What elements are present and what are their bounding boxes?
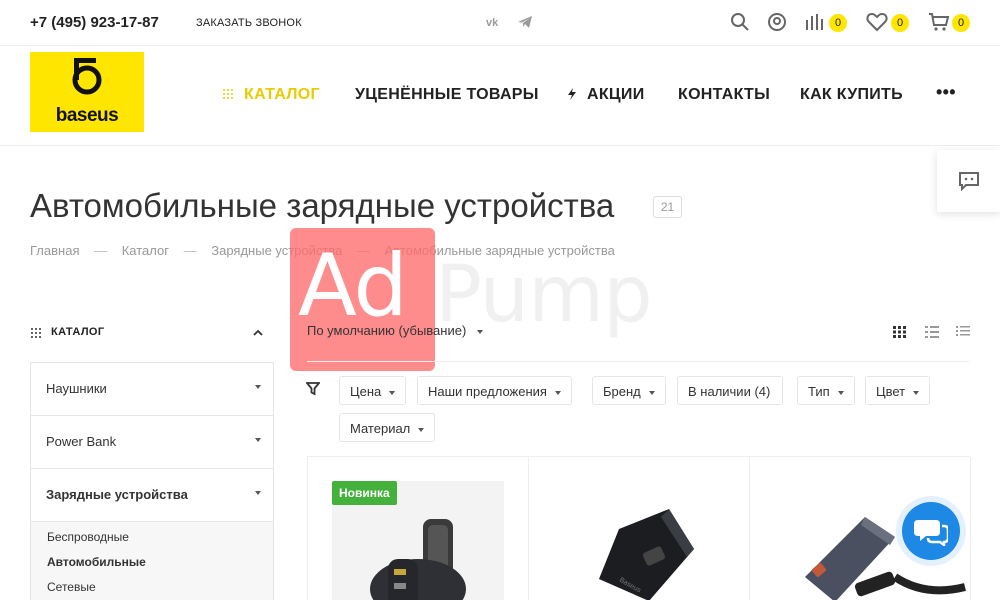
filter-label: Цвет bbox=[876, 384, 906, 399]
filter-price[interactable]: Цена bbox=[339, 376, 407, 405]
nav-catalog[interactable]: КАТАЛОГ bbox=[222, 86, 320, 104]
view-list-icon[interactable] bbox=[925, 325, 939, 343]
product-card[interactable]: Новинка bbox=[308, 457, 529, 600]
sidebar-subitem-car[interactable]: Автомобильные bbox=[47, 555, 146, 569]
main-header: baseus КАТАЛОГ УЦЕНЁННЫЕ ТОВАРЫ АКЦИИ КО… bbox=[0, 46, 1000, 146]
view-grid-icon[interactable] bbox=[893, 325, 907, 343]
caret-down-icon bbox=[255, 491, 261, 495]
cart-icon[interactable] bbox=[928, 12, 950, 37]
nav-contacts[interactable]: КОНТАКТЫ bbox=[678, 86, 770, 104]
breadcrumb-catalog[interactable]: Каталог bbox=[122, 243, 169, 258]
nav-actions[interactable]: АКЦИИ bbox=[567, 86, 645, 104]
cart-count-badge: 0 bbox=[952, 14, 970, 32]
logo-text: baseus bbox=[55, 105, 119, 126]
new-badge: Новинка bbox=[332, 481, 397, 505]
top-bar: +7 (495) 923-17-87 ЗАКАЗАТЬ ЗВОНОК vk 0 … bbox=[0, 0, 1000, 46]
filter-label: В наличии (4) bbox=[688, 384, 771, 399]
sidebar-catalog-header[interactable]: КАТАЛОГ bbox=[30, 325, 274, 341]
caret-down-icon bbox=[913, 390, 920, 395]
sidebar-item-headphones[interactable]: Наушники bbox=[31, 363, 273, 416]
phone-number[interactable]: +7 (495) 923-17-87 bbox=[30, 14, 159, 31]
vk-icon[interactable]: vk bbox=[484, 13, 504, 31]
adpump-watermark-ad: Ad bbox=[298, 236, 408, 336]
chat-button[interactable] bbox=[902, 502, 960, 560]
product-card[interactable]: Baseus bbox=[529, 457, 750, 600]
wishlist-count-badge: 0 bbox=[891, 14, 909, 32]
caret-down-icon bbox=[389, 390, 396, 395]
product-image[interactable] bbox=[308, 457, 529, 600]
product-image[interactable]: Baseus bbox=[529, 457, 750, 600]
grid-dots-icon bbox=[223, 89, 233, 99]
callback-link[interactable]: ЗАКАЗАТЬ ЗВОНОК bbox=[196, 17, 302, 29]
breadcrumb-home[interactable]: Главная bbox=[30, 243, 79, 258]
filter-brand[interactable]: Бренд bbox=[592, 376, 666, 405]
caret-down-icon bbox=[554, 390, 561, 395]
chevron-up-icon[interactable] bbox=[253, 329, 263, 337]
sidebar-subitem-wireless[interactable]: Беспроводные bbox=[47, 530, 129, 544]
user-icon[interactable] bbox=[767, 12, 787, 37]
caret-down-icon bbox=[418, 427, 425, 432]
filter-label: Тип bbox=[808, 384, 830, 399]
filter-label: Наши предложения bbox=[428, 384, 547, 399]
svg-text:vk: vk bbox=[486, 17, 499, 29]
filter-label: Бренд bbox=[603, 384, 641, 399]
caret-down-icon bbox=[255, 385, 261, 389]
filter-material[interactable]: Материал bbox=[339, 413, 436, 442]
sidebar-item-label: Наушники bbox=[46, 381, 107, 396]
sidebar-item-label: Power Bank bbox=[46, 434, 117, 449]
lightning-icon bbox=[568, 88, 576, 100]
sort-dropdown[interactable]: По умолчанию (убывание) bbox=[307, 323, 483, 338]
nav-more-button[interactable]: ••• bbox=[936, 82, 956, 103]
breadcrumb-separator: — bbox=[183, 243, 197, 258]
telegram-icon[interactable] bbox=[515, 13, 535, 31]
sidebar-catalog-label: КАТАЛОГ bbox=[51, 326, 105, 338]
message-icon bbox=[959, 172, 979, 191]
filter-type[interactable]: Тип bbox=[797, 376, 855, 405]
chat-bubbles-icon bbox=[914, 520, 948, 546]
sidebar-submenu: Беспроводные Автомобильные Сетевые bbox=[31, 522, 273, 600]
product-count-badge: 21 bbox=[653, 196, 682, 218]
nav-how-to-buy[interactable]: КАК КУПИТЬ bbox=[800, 86, 903, 104]
filter-label: Материал bbox=[350, 421, 411, 436]
page-title: Автомобильные зарядные устройства bbox=[30, 187, 615, 224]
filter-color[interactable]: Цвет bbox=[865, 376, 931, 405]
divider bbox=[307, 361, 969, 362]
caret-down-icon bbox=[255, 438, 261, 442]
heart-icon[interactable] bbox=[866, 12, 888, 37]
sidebar-item-label: Зарядные устройства bbox=[46, 487, 188, 502]
sidebar-catalog-list: Наушники Power Bank Зарядные устройства … bbox=[30, 362, 274, 600]
filter-icon bbox=[305, 382, 321, 401]
nav-catalog-label: КАТАЛОГ bbox=[244, 86, 320, 103]
caret-down-icon bbox=[837, 390, 844, 395]
product-grid: Новинка Baseus bbox=[307, 456, 971, 600]
baseus-logo[interactable]: baseus bbox=[30, 52, 144, 132]
search-icon[interactable] bbox=[730, 12, 750, 37]
view-table-icon[interactable] bbox=[956, 325, 970, 343]
nav-actions-label: АКЦИИ bbox=[587, 86, 645, 103]
compare-icon[interactable] bbox=[805, 12, 825, 37]
feedback-side-button[interactable] bbox=[937, 150, 1000, 212]
nav-discount[interactable]: УЦЕНЁННЫЕ ТОВАРЫ bbox=[355, 86, 539, 104]
filter-label: Цена bbox=[350, 384, 382, 399]
sidebar-item-chargers[interactable]: Зарядные устройства bbox=[31, 469, 273, 522]
caret-down-icon bbox=[648, 390, 655, 395]
filter-in-stock[interactable]: В наличии (4) bbox=[677, 376, 784, 405]
sort-label: По умолчанию (убывание) bbox=[307, 323, 467, 338]
breadcrumb-separator: — bbox=[94, 243, 108, 258]
caret-down-icon bbox=[476, 329, 483, 334]
filter-offers[interactable]: Наши предложения bbox=[417, 376, 572, 405]
sidebar-subitem-wall[interactable]: Сетевые bbox=[47, 580, 96, 594]
compare-count-badge: 0 bbox=[829, 14, 847, 32]
sidebar-item-power-bank[interactable]: Power Bank bbox=[31, 416, 273, 469]
grid-dots-icon bbox=[31, 328, 41, 338]
